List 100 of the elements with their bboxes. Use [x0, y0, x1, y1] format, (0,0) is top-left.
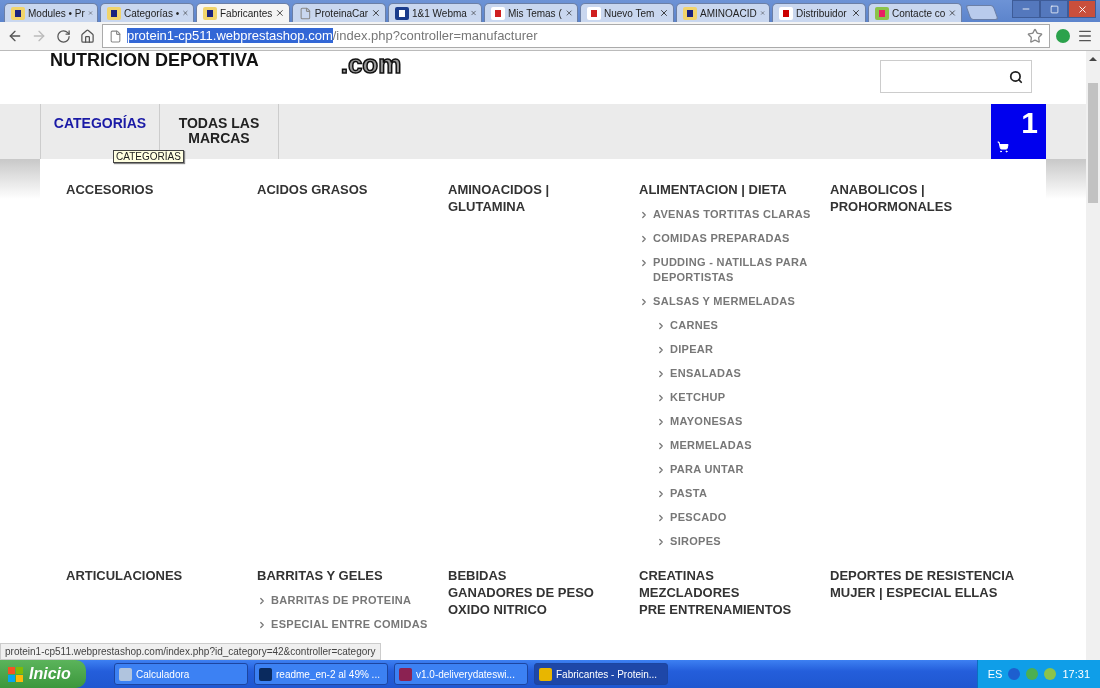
category-link[interactable]: ARTICULACIONES — [66, 567, 241, 584]
taskbar-item[interactable]: Calculadora — [114, 663, 248, 685]
subcategory-link[interactable]: PASTA — [670, 486, 708, 501]
close-icon[interactable] — [659, 8, 669, 18]
url-text: protein1-cp511.webprestashop.com/index.php?controller=manufacturer — [127, 28, 538, 44]
subcategory-link[interactable]: DIPEAR — [670, 342, 714, 357]
cart-icon — [997, 141, 1009, 153]
favicon-icon — [779, 6, 793, 20]
browser-tab[interactable]: AMINOACID — [676, 3, 770, 22]
subcategory-link[interactable]: SIROPES — [670, 534, 721, 549]
close-icon[interactable] — [564, 8, 573, 18]
taskbar-item[interactable]: Fabricantes - Protein... — [534, 663, 668, 685]
browser-tab[interactable]: Distribuidor — [772, 3, 866, 22]
category-link[interactable]: CREATINAS — [639, 567, 814, 584]
category-link[interactable]: ALIMENTACION | DIETA — [639, 181, 814, 198]
maximize-button[interactable] — [1040, 0, 1068, 18]
tray-icon[interactable] — [1008, 668, 1021, 680]
close-icon[interactable] — [275, 8, 285, 18]
chevron-icon — [656, 441, 666, 451]
app-icon — [259, 667, 272, 681]
category-link[interactable]: OXIDO NITRICO — [448, 601, 623, 618]
subcategory-link[interactable]: ENSALADAS — [670, 366, 742, 381]
category-link[interactable]: BEBIDAS — [448, 567, 623, 584]
browser-tab[interactable]: Nuevo Tem — [580, 3, 674, 22]
close-icon[interactable] — [948, 8, 957, 18]
subcategory-link[interactable]: PESCADO — [670, 510, 727, 525]
subcategory-link[interactable]: COMIDAS PREPARADAS — [653, 231, 790, 246]
category-link[interactable]: ANABOLICOS | PROHORMONALES — [830, 181, 1046, 215]
subcategory-link[interactable]: PARA UNTAR — [670, 462, 744, 477]
browser-tab[interactable]: Fabricantes — [196, 3, 290, 22]
taskbar-item[interactable]: v1.0-deliverydateswi... — [394, 663, 528, 685]
category-link[interactable]: BARRITAS Y GELES — [257, 567, 432, 584]
address-field[interactable]: protein1-cp511.webprestashop.com/index.php?controller=manufacturer — [102, 24, 1050, 48]
close-icon[interactable] — [851, 8, 861, 18]
chevron-icon — [639, 258, 649, 268]
app-icon — [539, 667, 552, 681]
subcategory-link[interactable]: MAYONESAS — [670, 414, 743, 429]
browser-tab[interactable]: Mis Temas ( — [484, 3, 578, 22]
app-icon — [399, 667, 412, 681]
category-link[interactable]: GANADORES DE PESO — [448, 584, 623, 601]
browser-tab[interactable]: Contacte co — [868, 3, 962, 22]
subcategory-link[interactable]: MERMELADAS — [670, 438, 752, 453]
favicon-icon — [395, 6, 409, 20]
category-link[interactable]: DEPORTES DE RESISTENCIA — [830, 567, 1046, 584]
chevron-icon — [639, 210, 649, 220]
chevron-icon — [656, 321, 666, 331]
category-link[interactable]: MUJER | ESPECIAL ELLAS — [830, 584, 1046, 601]
category-link[interactable]: ACCESORIOS — [66, 181, 241, 198]
subcategory-link[interactable]: BARRITAS DE PROTEINA — [271, 593, 412, 608]
reload-button[interactable] — [54, 27, 72, 45]
browser-tab[interactable]: Categorías • — [100, 3, 194, 22]
favicon-icon — [203, 6, 217, 20]
close-button[interactable] — [1068, 0, 1096, 18]
favicon-icon — [875, 6, 889, 20]
category-link[interactable]: ACIDOS GRASOS — [257, 181, 432, 198]
subcategory-link[interactable]: CARNES — [670, 318, 719, 333]
subcategory-link[interactable]: AVENAS TORTITAS CLARAS — [653, 207, 811, 222]
favicon-icon — [11, 6, 25, 20]
restore-icon — [1049, 4, 1059, 14]
cart-button[interactable]: 1 — [991, 104, 1046, 159]
chevron-icon — [656, 489, 666, 499]
browser-tab[interactable]: Modules • Pr — [4, 3, 98, 22]
favicon-icon — [683, 6, 697, 20]
minimize-button[interactable] — [1012, 0, 1040, 18]
category-link[interactable]: PRE ENTRENAMIENTOS — [639, 601, 814, 618]
close-icon[interactable] — [371, 8, 381, 18]
extension-icon[interactable] — [1056, 29, 1070, 43]
chevron-icon — [656, 537, 666, 547]
favicon-icon — [491, 6, 505, 20]
category-link[interactable]: MEZCLADORES — [639, 584, 814, 601]
chevron-icon — [257, 596, 267, 606]
subcategory-link[interactable]: SALSAS Y MERMELADAS — [653, 294, 796, 309]
logo-text: .com — [340, 51, 402, 77]
favicon-icon — [587, 6, 601, 20]
home-button[interactable] — [78, 27, 96, 45]
chevron-icon — [656, 369, 666, 379]
category-link[interactable]: AMINOACIDOS | GLUTAMINA — [448, 181, 623, 215]
chevron-icon — [257, 620, 267, 630]
status-url-tooltip: protein1-cp511.webprestashop.com/index.php?id_category=42&controller=category — [0, 643, 381, 660]
app-icon — [119, 667, 132, 681]
tooltip: CATEGORÍAS — [113, 150, 184, 163]
search-field[interactable] — [880, 60, 1032, 93]
new-tab-button[interactable] — [965, 5, 999, 20]
browser-tab[interactable]: 1&1 Webma — [388, 3, 482, 22]
chevron-icon — [656, 513, 666, 523]
close-icon — [1076, 3, 1088, 15]
favicon-icon — [107, 6, 121, 20]
bookmark-star-icon[interactable] — [1027, 28, 1043, 44]
clock: 17:31 — [1062, 668, 1090, 680]
subcategory-link[interactable]: PUDDING - NATILLAS PARA DEPORTISTAS — [653, 255, 814, 285]
subcategory-link[interactable]: KETCHUP — [670, 390, 726, 405]
subcategory-link[interactable]: ESPECIAL ENTRE COMIDAS — [271, 617, 428, 632]
chevron-icon — [639, 297, 649, 307]
chevron-icon — [656, 393, 666, 403]
page-icon — [109, 29, 122, 43]
brand-name: NUTRICION DEPORTIVA — [50, 51, 259, 71]
browser-tab[interactable]: ProteinaCar — [292, 3, 386, 22]
taskbar-item[interactable]: readme_en-2 al 49% ... — [254, 663, 388, 685]
scrollbar[interactable] — [1086, 51, 1100, 660]
chevron-icon — [656, 465, 666, 475]
